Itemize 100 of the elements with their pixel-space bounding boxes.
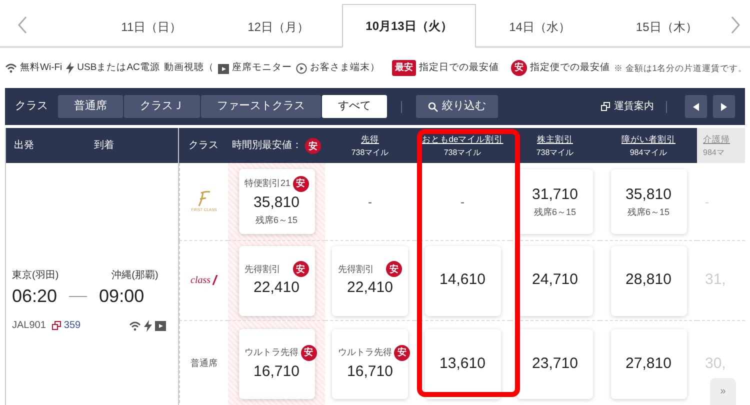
cheapest-badge: 安 bbox=[300, 344, 316, 361]
departure-time: 06:20 bbox=[12, 285, 58, 308]
fare-card[interactable]: 13,610 bbox=[424, 329, 500, 399]
unavailable-dash: - bbox=[460, 194, 464, 210]
fare-price: 22,410 bbox=[254, 278, 300, 298]
flight-number: JAL901 bbox=[12, 319, 46, 333]
column-header: 時間別最安値： bbox=[232, 138, 302, 152]
fare-card[interactable]: 14,610 bbox=[424, 246, 500, 316]
unavailable-dash: - bbox=[705, 194, 709, 210]
seat-class-label: 普通席 bbox=[190, 357, 218, 370]
fare-price: 24,710 bbox=[532, 270, 578, 290]
fare-card[interactable]: ウルトラ先得 安 16,710 bbox=[238, 329, 314, 399]
fare-price: 16,710 bbox=[254, 362, 300, 382]
arrival-airport: 沖縄(那覇) bbox=[112, 268, 158, 283]
class-j-logo: class bbox=[190, 273, 218, 288]
class-filter-tab[interactable]: すべて bbox=[322, 95, 387, 118]
date-tab[interactable]: 10月13日（火） bbox=[342, 4, 476, 48]
fare-price: 31,710 bbox=[532, 184, 578, 204]
fare-card[interactable]: 特便割引21 安 35,810 残席6～15 bbox=[238, 169, 314, 234]
fare-info-link[interactable]: 運賃案内 bbox=[601, 99, 654, 114]
fare-card[interactable]: 24,710 bbox=[517, 246, 593, 316]
cheapest-day-badge: 最安 bbox=[392, 60, 416, 76]
lightning-bolt-icon bbox=[144, 320, 152, 332]
fare-name: 特便割引21 bbox=[244, 176, 291, 190]
chevron-left-icon bbox=[18, 16, 28, 34]
mileage: 984マイル bbox=[630, 146, 668, 158]
departure-airport: 東京(羽田) bbox=[12, 268, 59, 283]
codeshare-link[interactable]: 359 bbox=[52, 318, 81, 333]
legend-label: お客さま端末） bbox=[310, 60, 380, 75]
fare-price: 22,410 bbox=[347, 278, 393, 298]
fare-card[interactable]: 23,710 bbox=[517, 329, 593, 399]
column-header: 到着 bbox=[94, 138, 114, 152]
legend-label: USBまたはAC電源 bbox=[77, 60, 160, 75]
date-tab[interactable]: 14日（水） bbox=[476, 6, 604, 48]
linked-windows-icon bbox=[52, 321, 61, 330]
column-header: クラス bbox=[188, 138, 219, 152]
filter-button[interactable]: 絞り込む bbox=[416, 95, 498, 118]
fare-price: 35,810 bbox=[626, 184, 672, 204]
fare-type-link[interactable]: 先得 bbox=[361, 132, 379, 146]
fare-name: ウルトラ先得 bbox=[244, 346, 298, 359]
legend-label: 座席モニター bbox=[232, 60, 292, 75]
fare-type-link[interactable]: 障がい者割引 bbox=[622, 132, 676, 146]
column-header: 出発 bbox=[14, 138, 34, 152]
date-tab[interactable]: 15日（木） bbox=[603, 6, 730, 48]
fare-price: 28,810 bbox=[626, 270, 672, 290]
class-filter-tab[interactable]: クラスＪ bbox=[124, 95, 200, 118]
fare-type-link[interactable]: おともdeマイル割引 bbox=[422, 132, 504, 146]
fare-card[interactable]: 先得割引 安 22,410 bbox=[238, 246, 314, 316]
film-icon bbox=[155, 320, 166, 331]
fare-name: 先得割引 bbox=[244, 262, 280, 276]
fare-card[interactable]: 27,810 bbox=[610, 329, 686, 399]
fare-type-link[interactable]: 株主割引 bbox=[537, 132, 573, 146]
fare-price: 23,710 bbox=[532, 354, 578, 374]
fare-name: ウルトラ先得 bbox=[338, 346, 392, 359]
fare-card[interactable]: 28,810 bbox=[610, 246, 686, 316]
seats-remaining: 残席6～15 bbox=[255, 214, 298, 227]
fare-card[interactable]: ウルトラ先得 安 16,710 bbox=[332, 329, 408, 399]
legend-label: 無料Wi-Fi bbox=[20, 60, 62, 75]
film-icon bbox=[218, 62, 229, 74]
arrival-time: 09:00 bbox=[99, 285, 144, 308]
fare-note: ※ 金額は1名分の片道運賃です。 bbox=[614, 62, 748, 74]
class-label: クラス bbox=[15, 99, 48, 114]
mileage: 984マ bbox=[703, 146, 724, 158]
wifi-icon bbox=[5, 63, 17, 73]
external-window-icon bbox=[601, 102, 610, 111]
fare-price: 16,710 bbox=[347, 362, 393, 382]
class-filter-tab[interactable]: ファーストクラス bbox=[201, 95, 321, 118]
triangle-right-icon bbox=[721, 102, 727, 110]
fare-price: 35,810 bbox=[254, 192, 300, 212]
cheapest-badge: 安 bbox=[292, 176, 309, 192]
next-button[interactable] bbox=[713, 95, 735, 118]
cheapest-badge: 安 bbox=[386, 261, 402, 278]
cheapest-badge: 安 bbox=[510, 60, 527, 76]
legend-label: 指定日での最安値 bbox=[418, 60, 499, 75]
unavailable-dash: - bbox=[368, 194, 372, 210]
cheapest-badge: 安 bbox=[292, 261, 308, 278]
fare-card[interactable]: 35,810 残席6～15 bbox=[610, 169, 686, 234]
previous-button[interactable] bbox=[685, 95, 707, 118]
triangle-left-icon bbox=[693, 102, 699, 110]
fare-card[interactable]: 先得割引 安 22,410 bbox=[332, 246, 408, 316]
play-circle-icon bbox=[296, 62, 307, 74]
date-tab[interactable]: 11日（日） bbox=[88, 6, 215, 48]
chevron-right-icon bbox=[730, 16, 740, 34]
seats-remaining: 残席6～15 bbox=[534, 206, 576, 219]
fare-price: 27,810 bbox=[626, 354, 672, 374]
fare-name: 先得割引 bbox=[338, 262, 374, 276]
cheapest-badge: 安 bbox=[394, 344, 410, 361]
legend-label: 指定便での最安値 bbox=[530, 60, 610, 75]
fare-price: 14,610 bbox=[440, 270, 486, 290]
mileage: 738マイル bbox=[351, 146, 389, 158]
fare-price: 13,610 bbox=[440, 354, 486, 374]
wifi-icon bbox=[129, 320, 142, 330]
fare-card[interactable]: 31,710 残席6～15 bbox=[517, 169, 593, 234]
mileage: 738マイル bbox=[536, 146, 574, 158]
date-tab[interactable]: 12日（月） bbox=[214, 6, 342, 48]
class-filter-tab[interactable]: 普通席 bbox=[58, 95, 123, 118]
lightning-bolt-icon bbox=[66, 62, 74, 74]
legend-label: 動画視聴（ bbox=[164, 60, 214, 75]
seats-remaining: 残席6～15 bbox=[627, 206, 670, 219]
cheapest-badge: 安 bbox=[305, 138, 321, 154]
